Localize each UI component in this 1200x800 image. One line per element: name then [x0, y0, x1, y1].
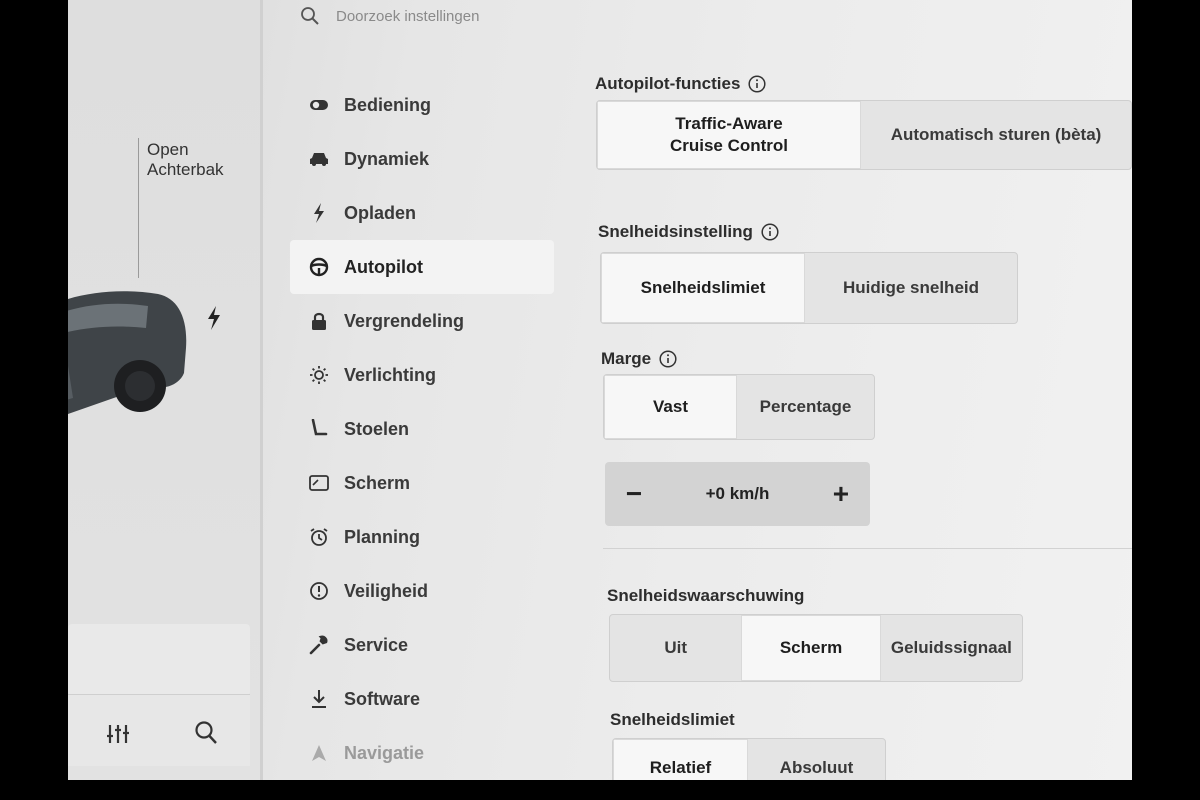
bolt-icon: [314, 203, 324, 223]
menu-label: Planning: [344, 526, 420, 547]
section-title-text: Snelheidsinstelling: [598, 222, 753, 241]
option-chime[interactable]: Geluidssignaal: [881, 615, 1022, 681]
seat-icon: [311, 419, 328, 436]
trunk-label-line2: Achterbak: [147, 160, 224, 179]
decrease-button[interactable]: −: [619, 478, 649, 509]
speed-warning-title: Snelheidswaarschuwing: [607, 586, 804, 606]
settings-screen: Open Achterbak Doorzoek instellingen Bed…: [68, 0, 1132, 780]
increase-button[interactable]: +: [826, 478, 856, 509]
menu-item-vergrendeling[interactable]: Vergrendeling: [290, 294, 554, 348]
magnifier-icon: [301, 7, 319, 25]
download-icon: [312, 690, 326, 708]
navigation-icon: [312, 745, 326, 761]
menu-label: Veiligheid: [344, 580, 429, 601]
search-icon[interactable]: [194, 720, 218, 746]
menu-item-scherm[interactable]: Scherm: [290, 456, 554, 510]
sun-icon: [310, 366, 328, 384]
option-autosteer-beta[interactable]: Automatisch sturen (bèta): [861, 101, 1131, 169]
menu-label: Vergrendeling: [344, 310, 465, 331]
menu-label: Navigatie: [344, 742, 425, 763]
menu-label: Autopilot: [344, 256, 423, 277]
menu-label: Stoelen: [344, 418, 410, 439]
open-trunk-button[interactable]: Open Achterbak: [147, 140, 224, 180]
speed-limit-selector: Relatief Absoluut: [612, 738, 886, 780]
speed-warning-selector: Uit Scherm Geluidssignaal: [609, 614, 1023, 682]
menu-item-autopilot[interactable]: Autopilot: [290, 240, 554, 294]
lock-icon: [312, 312, 326, 330]
menu-item-planning[interactable]: Planning: [290, 510, 554, 564]
menu-label: Scherm: [344, 472, 411, 493]
search-placeholder: Doorzoek instellingen: [336, 7, 480, 25]
charging-bolt-icon: [208, 306, 220, 330]
menu-label: Service: [344, 634, 409, 655]
toggle-icon: [310, 100, 328, 110]
menu-item-stoelen[interactable]: Stoelen: [290, 402, 554, 456]
menu-item-veiligheid[interactable]: Veiligheid: [290, 564, 554, 618]
margin-stepper: − +0 km/h +: [605, 462, 870, 526]
option-display[interactable]: Scherm: [741, 615, 881, 681]
alert-circle-icon: [310, 582, 328, 600]
car-image: [68, 291, 187, 414]
option-speed-limit[interactable]: Snelheidslimiet: [601, 253, 806, 323]
display-icon: [309, 475, 329, 491]
section-title-text: Autopilot-functies: [595, 74, 741, 93]
menu-item-bediening[interactable]: Bediening: [290, 78, 554, 132]
settings-search-bar[interactable]: Doorzoek instellingen: [300, 0, 479, 32]
car-icon: [310, 153, 328, 166]
speed-setting-title: Snelheidsinstelling: [598, 222, 779, 242]
menu-label: Opladen: [344, 202, 417, 223]
trunk-indicator-line: [138, 138, 139, 278]
section-divider: [603, 548, 1132, 549]
margin-title: Marge: [601, 349, 677, 369]
panel-divider: [260, 0, 263, 780]
section-title-text: Snelheidslimiet: [610, 710, 735, 729]
settings-menu: Bediening Dynamiek Opladen Autopilot Ver…: [290, 78, 554, 780]
option-relative[interactable]: Relatief: [613, 739, 748, 780]
menu-item-software[interactable]: Software: [290, 672, 554, 726]
menu-item-verlichting[interactable]: Verlichting: [290, 348, 554, 402]
info-icon[interactable]: [748, 75, 766, 93]
section-title-text: Snelheidswaarschuwing: [607, 586, 805, 605]
trunk-label-line1: Open: [147, 140, 189, 159]
option-fixed[interactable]: Vast: [604, 375, 738, 439]
option-percentage[interactable]: Percentage: [737, 375, 874, 439]
sliders-icon[interactable]: [106, 723, 130, 745]
option-absolute[interactable]: Absoluut: [748, 739, 885, 780]
wrench-icon: [309, 635, 328, 655]
option-current-speed[interactable]: Huidige snelheid: [805, 253, 1017, 323]
option-traffic-aware-cruise-control[interactable]: Traffic-Aware Cruise Control: [597, 101, 862, 169]
autopilot-functions-selector: Traffic-Aware Cruise Control Automatisch…: [596, 100, 1132, 170]
margin-type-selector: Vast Percentage: [603, 374, 875, 440]
menu-item-opladen[interactable]: Opladen: [290, 186, 554, 240]
menu-label: Bediening: [344, 94, 432, 115]
margin-value: +0 km/h: [705, 484, 770, 503]
option-off[interactable]: Uit: [610, 615, 741, 681]
speed-limit-title: Snelheidslimiet: [610, 710, 735, 730]
car-panel: Open Achterbak: [68, 0, 263, 780]
menu-label: Dynamiek: [344, 148, 430, 169]
bottom-toolbar: [68, 694, 250, 766]
menu-label: Verlichting: [344, 364, 437, 385]
menu-item-dynamiek[interactable]: Dynamiek: [290, 132, 554, 186]
autopilot-functions-title: Autopilot-functies: [595, 74, 766, 94]
info-icon[interactable]: [659, 350, 677, 368]
menu-item-navigatie[interactable]: Navigatie: [290, 726, 554, 780]
menu-item-service[interactable]: Service: [290, 618, 554, 672]
speed-setting-selector: Snelheidslimiet Huidige snelheid: [600, 252, 1018, 324]
menu-label: Software: [344, 688, 421, 709]
info-icon[interactable]: [761, 223, 779, 241]
section-title-text: Marge: [601, 349, 652, 368]
steering-wheel-icon: [309, 257, 329, 277]
alarm-icon: [310, 528, 328, 546]
quick-controls-area: [68, 624, 250, 696]
